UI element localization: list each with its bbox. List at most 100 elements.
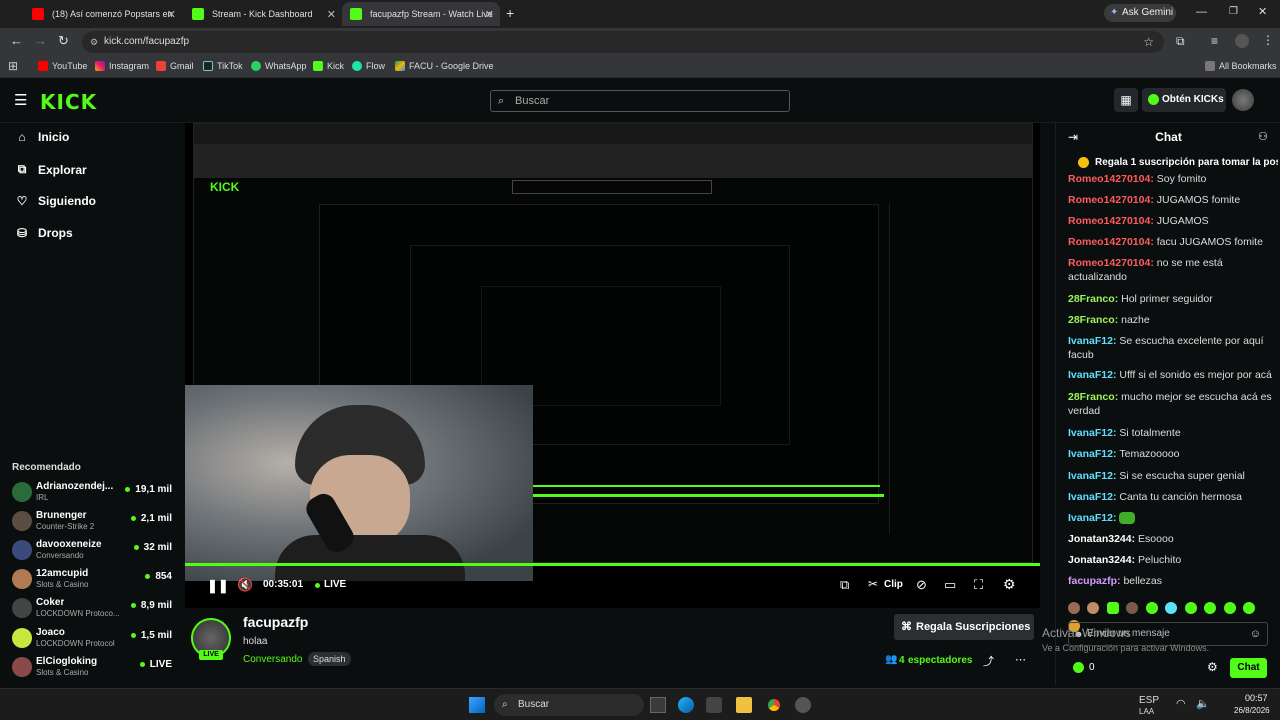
- video-player[interactable]: KICK: [185, 123, 1040, 608]
- dashboard-icon[interactable]: ▦: [1114, 88, 1138, 112]
- all-bookmarks[interactable]: All Bookmarks: [1205, 61, 1277, 71]
- sidebar-item-siguiendo[interactable]: ♡ Siguiendo: [16, 194, 96, 208]
- obs-icon[interactable]: [795, 697, 811, 713]
- recommended-channel[interactable]: davooxeneize Conversando 32 mil: [12, 538, 172, 564]
- bookmark-flow[interactable]: Flow: [352, 61, 385, 71]
- menu-kebab-icon[interactable]: ⋮: [1262, 33, 1274, 47]
- recommended-channel[interactable]: 12amcupid Slots & Casino 854: [12, 567, 172, 593]
- reload-icon[interactable]: ↻: [58, 33, 69, 49]
- restore-icon[interactable]: ❐: [1229, 6, 1238, 17]
- speaker-icon[interactable]: 🔈: [1196, 697, 1210, 710]
- minimize-icon[interactable]: —: [1196, 6, 1207, 18]
- settings-gear-icon[interactable]: ⚙: [1003, 576, 1016, 593]
- chat-username[interactable]: IvanaF12: [1068, 512, 1113, 524]
- edge-icon[interactable]: [678, 697, 694, 713]
- chat-username[interactable]: 28Franco: [1068, 391, 1115, 403]
- taskbar-search[interactable]: ⌕ Buscar: [494, 694, 644, 716]
- clock-date[interactable]: 26/8/2026: [1234, 706, 1270, 715]
- chat-username[interactable]: Romeo14270104: [1068, 215, 1150, 227]
- input-language[interactable]: ESP: [1139, 695, 1159, 706]
- recommended-channel[interactable]: ElCiogloking Slots & Casino LIVE: [12, 655, 172, 681]
- profile-avatar[interactable]: [1235, 34, 1249, 48]
- playback-progress[interactable]: [185, 563, 1040, 566]
- emote[interactable]: [1184, 602, 1197, 614]
- task-view-icon[interactable]: [650, 697, 666, 713]
- chat-username[interactable]: Romeo14270104: [1068, 257, 1150, 269]
- clock-time[interactable]: 00:57: [1245, 693, 1268, 703]
- clip-icon[interactable]: ✂: [868, 577, 878, 591]
- emote[interactable]: [1243, 602, 1256, 614]
- volume-icon[interactable]: 🔇: [237, 577, 253, 593]
- recommended-channel[interactable]: Coker LOCKDOWN Protoco... 8,9 mil: [12, 596, 172, 622]
- media-control-icon[interactable]: ≡: [1211, 34, 1218, 48]
- bookmark-youtube[interactable]: YouTube: [38, 61, 87, 71]
- stream-category[interactable]: Conversando: [243, 654, 302, 665]
- close-icon[interactable]: ✕: [485, 8, 494, 21]
- bookmark-kick[interactable]: Kick: [313, 61, 344, 71]
- browser-tab-youtube[interactable]: (18) Así comenzó Popstars en su ✕: [24, 2, 182, 26]
- ask-gemini-button[interactable]: ✦ Ask Gemini: [1104, 4, 1176, 22]
- chat-username[interactable]: IvanaF12: [1068, 427, 1113, 439]
- recommended-channel[interactable]: Brunenger Counter-Strike 2 2,1 mil: [12, 509, 172, 535]
- more-options-icon[interactable]: ⋯: [1015, 653, 1026, 666]
- browser-tab-watch-live[interactable]: facupazfp Stream - Watch Live ✕: [342, 2, 500, 26]
- pinned-gift-banner[interactable]: Regala 1 suscripción para tomar la pos: [1078, 157, 1278, 168]
- sidebar-item-explorar[interactable]: ⧉ Explorar: [16, 162, 87, 177]
- clip-button[interactable]: Clip: [884, 579, 903, 590]
- chat-username[interactable]: IvanaF12: [1068, 470, 1113, 482]
- recommended-channel[interactable]: Adrianozendej... IRL 19,1 mil: [12, 480, 172, 506]
- windows-start-icon[interactable]: [469, 697, 485, 713]
- url-field[interactable]: ⚙ kick.com/facupazfp ☆: [82, 31, 1164, 53]
- chrome-icon[interactable]: [765, 696, 783, 714]
- emote[interactable]: [1068, 602, 1080, 614]
- chat-username[interactable]: 28Franco: [1068, 293, 1115, 305]
- close-icon[interactable]: ✕: [167, 8, 176, 21]
- emoji-icon[interactable]: ☺: [1250, 623, 1261, 645]
- language-tag[interactable]: Spanish: [308, 652, 351, 666]
- close-window-icon[interactable]: ✕: [1258, 5, 1267, 18]
- sidebar-item-drops[interactable]: ⛁ Drops: [16, 226, 73, 240]
- live-indicator[interactable]: LIVE: [324, 579, 346, 590]
- search-input[interactable]: ⌕ Buscar: [490, 90, 790, 112]
- bookmark-google-drive[interactable]: FACU - Google Drive: [395, 61, 494, 71]
- bookmark-instagram[interactable]: Instagram: [95, 61, 149, 71]
- wifi-icon[interactable]: ◠: [1176, 697, 1186, 710]
- emote[interactable]: [1145, 602, 1158, 614]
- emote[interactable]: [1204, 602, 1217, 614]
- fullscreen-icon[interactable]: ⛶: [974, 577, 983, 593]
- chat-username[interactable]: IvanaF12: [1068, 335, 1113, 347]
- hamburger-menu-icon[interactable]: ☰: [14, 91, 27, 109]
- back-icon[interactable]: ←: [10, 33, 23, 48]
- close-icon[interactable]: ✕: [327, 8, 336, 21]
- chat-settings-icon[interactable]: ⚙: [1207, 660, 1218, 674]
- bookmark-whatsapp[interactable]: WhatsApp: [251, 61, 307, 71]
- emote[interactable]: [1165, 602, 1178, 614]
- new-tab-icon[interactable]: +: [506, 5, 514, 21]
- get-kicks-button[interactable]: Obtén KICKs: [1142, 88, 1226, 112]
- store-icon[interactable]: [706, 697, 722, 713]
- streamer-name[interactable]: facupazfp: [243, 614, 308, 630]
- bookmark-gmail[interactable]: Gmail: [156, 61, 194, 71]
- file-explorer-icon[interactable]: [736, 697, 752, 713]
- site-info-icon[interactable]: ⚙: [90, 31, 98, 53]
- extensions-icon[interactable]: ⧉: [1176, 34, 1185, 49]
- emote[interactable]: [1126, 602, 1139, 614]
- chat-username[interactable]: facupazfp: [1068, 575, 1117, 587]
- chat-username[interactable]: Romeo14270104: [1068, 236, 1150, 248]
- chat-username[interactable]: IvanaF12: [1068, 448, 1113, 460]
- emote[interactable]: [1087, 602, 1100, 614]
- kicks-balance[interactable]: 0: [1089, 662, 1095, 673]
- emote[interactable]: [1223, 602, 1236, 614]
- keyboard-layout[interactable]: LAA: [1139, 707, 1154, 716]
- theater-mode-icon[interactable]: ▭: [944, 577, 956, 593]
- chat-username[interactable]: 28Franco: [1068, 314, 1115, 326]
- chat-username[interactable]: IvanaF12: [1068, 369, 1113, 381]
- bookmark-star-icon[interactable]: ☆: [1143, 31, 1154, 53]
- pause-icon[interactable]: ❚❚: [207, 578, 229, 594]
- chat-username[interactable]: Romeo14270104: [1068, 194, 1150, 206]
- browser-tab-dashboard[interactable]: Stream - Kick Dashboard ✕: [184, 2, 342, 26]
- gift-subscriptions-button[interactable]: ⌘ Regala Suscripciones: [894, 614, 1034, 640]
- recommended-channel[interactable]: Joaco LOCKDOWN Protocol 1,5 mil: [12, 626, 172, 652]
- kick-logo[interactable]: KICK: [40, 90, 97, 114]
- chat-username[interactable]: IvanaF12: [1068, 491, 1113, 503]
